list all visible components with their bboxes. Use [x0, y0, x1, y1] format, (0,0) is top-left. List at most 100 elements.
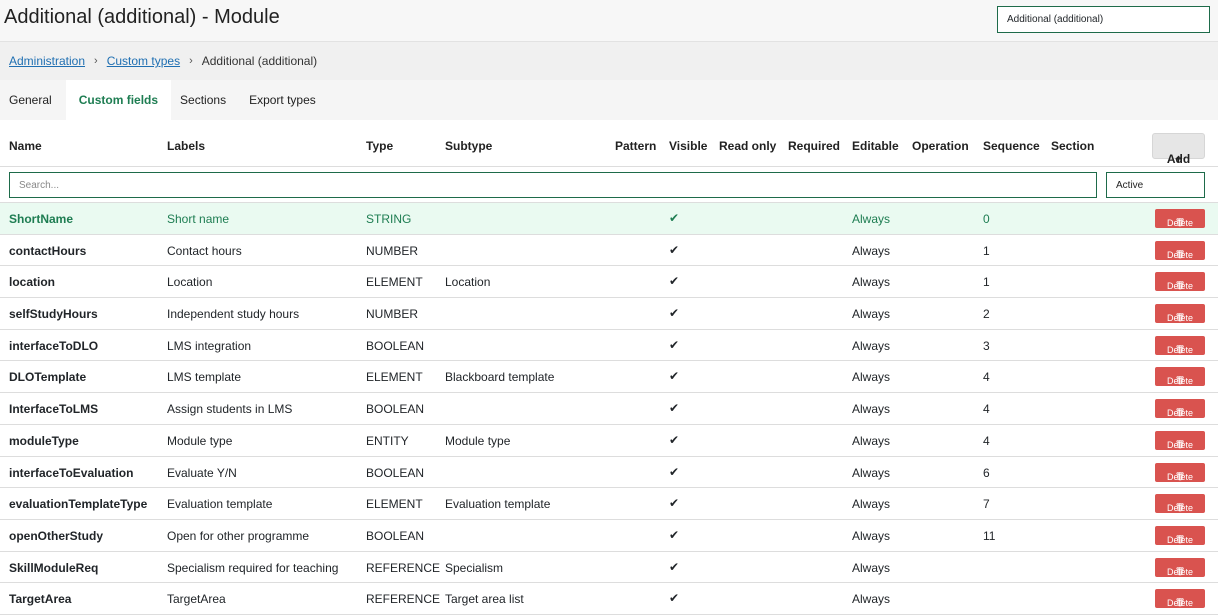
delete-button[interactable]: 🗑 Delete: [1155, 494, 1205, 514]
field-label: Open for other programme: [167, 528, 310, 543]
field-name[interactable]: selfStudyHours: [9, 307, 98, 321]
breadcrumb-custom-types[interactable]: Custom types: [107, 54, 180, 68]
table-row[interactable]: DLOTemplate LMS template ELEMENT Blackboard…: [0, 361, 1218, 394]
delete-button[interactable]: 🗑 Delete: [1155, 525, 1205, 545]
column-labels[interactable]: Labels: [167, 139, 205, 153]
column-read-only[interactable]: Read only: [719, 139, 776, 153]
column-sequence[interactable]: Sequence: [983, 139, 1040, 153]
checkmark-icon: ✔: [669, 369, 680, 384]
checkmark-icon: ✔: [669, 401, 680, 416]
field-name[interactable]: ShortName: [9, 212, 73, 226]
delete-button[interactable]: 🗑 Delete: [1155, 304, 1205, 324]
checkmark-icon: ✔: [669, 242, 680, 257]
field-type: ELEMENT: [366, 275, 423, 290]
tab-general[interactable]: General: [0, 80, 66, 120]
field-name[interactable]: evaluationTemplateType: [9, 497, 147, 511]
field-name[interactable]: InterfaceToLMS: [9, 402, 98, 416]
delete-button[interactable]: 🗑 Delete: [1155, 430, 1205, 450]
chevron-right-icon: ›: [94, 55, 98, 67]
table-row[interactable]: openOtherStudy Open for other programme BO…: [0, 520, 1218, 552]
column-required[interactable]: Required: [788, 139, 840, 153]
table-row[interactable]: InterfaceToLMS Assign students in LMS BOOL…: [0, 393, 1218, 425]
field-name[interactable]: location: [9, 275, 55, 289]
delete-button[interactable]: 🗑 Delete: [1155, 335, 1205, 355]
tab-export-types[interactable]: Export types: [240, 80, 330, 120]
field-label: LMS integration: [167, 338, 252, 353]
table-row[interactable]: interfaceToEvaluation Evaluate Y/N BOOLEAN…: [0, 457, 1218, 489]
breadcrumb-administration[interactable]: Administration: [9, 54, 85, 68]
table-row[interactable]: contactHours Contact hours NUMBER ✔ Always 1 🗑…: [0, 235, 1218, 267]
status-filter-select[interactable]: Active: [1106, 172, 1205, 198]
field-name[interactable]: openOtherStudy: [9, 529, 103, 543]
field-editable: Always: [852, 402, 891, 417]
field-name[interactable]: SkillModuleReq: [9, 561, 98, 575]
field-label: Short name: [167, 212, 230, 226]
delete-button[interactable]: 🗑 Delete: [1155, 462, 1205, 482]
delete-button[interactable]: 🗑 Delete: [1155, 589, 1205, 609]
field-editable: Always: [852, 592, 891, 607]
field-name[interactable]: interfaceToDLO: [9, 339, 98, 353]
table-row[interactable]: interfaceToDLO LMS integration BOOLEAN ✔ Alw…: [0, 330, 1218, 362]
checkmark-icon: ✔: [669, 306, 680, 321]
delete-button[interactable]: 🗑 Delete: [1155, 272, 1205, 292]
table-row[interactable]: SkillModuleReq Specialism required for te…: [0, 552, 1218, 584]
field-name[interactable]: contactHours: [9, 244, 86, 258]
search-input[interactable]: [9, 172, 1097, 198]
field-name[interactable]: interfaceToEvaluation: [9, 466, 133, 480]
table-row[interactable]: evaluationTemplateType Evaluation templat…: [0, 488, 1218, 520]
checkmark-icon: ✔: [669, 432, 680, 447]
page-title: Additional (additional) - Module: [4, 6, 280, 28]
field-name[interactable]: DLOTemplate: [9, 370, 86, 384]
add-button[interactable]: + Add: [1152, 133, 1205, 166]
field-subtype: Module type: [445, 433, 511, 448]
delete-button-label: Delete: [1166, 408, 1193, 419]
field-name[interactable]: moduleType: [9, 434, 79, 448]
table-row[interactable]: moduleType Module type ENTITY Module type ✔ A…: [0, 425, 1218, 457]
delete-button[interactable]: 🗑 Delete: [1155, 367, 1205, 387]
field-label: Location: [167, 275, 213, 290]
field-editable: Always: [852, 465, 891, 480]
field-sequence: 2: [983, 307, 990, 322]
delete-button[interactable]: 🗑 Delete: [1155, 209, 1205, 228]
table-row[interactable]: location Location ELEMENT Location ✔ Always 1 🗑…: [0, 266, 1218, 299]
field-sequence: 7: [983, 497, 990, 512]
table-row[interactable]: ShortName Short name STRING ✔ Always 0 🗑 Delete: [0, 203, 1218, 235]
delete-button[interactable]: 🗑 Delete: [1155, 557, 1205, 577]
field-subtype: Location: [445, 275, 491, 290]
column-section[interactable]: Section: [1051, 139, 1094, 153]
delete-button[interactable]: 🗑 Delete: [1155, 240, 1205, 260]
column-name[interactable]: Name: [9, 139, 42, 153]
delete-button-label: Delete: [1166, 471, 1193, 482]
field-subtype: Evaluation template: [445, 497, 551, 512]
delete-button-label: Delete: [1166, 534, 1193, 545]
delete-button[interactable]: 🗑 Delete: [1155, 399, 1205, 419]
field-label: Module type: [167, 433, 233, 448]
field-type: BOOLEAN: [366, 402, 425, 417]
column-editable[interactable]: Editable: [852, 139, 899, 153]
table-row[interactable]: selfStudyHours Independent study hours NUM…: [0, 298, 1218, 330]
table-row[interactable]: TargetArea TargetArea REFERENCE Target area…: [0, 583, 1218, 615]
type-selector[interactable]: Additional (additional): [997, 6, 1210, 33]
field-sequence: 4: [983, 402, 990, 417]
column-type[interactable]: Type: [366, 139, 393, 153]
field-label: Specialism required for teaching: [167, 560, 339, 575]
field-subtype: Target area list: [445, 592, 524, 607]
column-visible[interactable]: Visible: [669, 139, 707, 153]
tab-bar: General Custom fields Sections Export ty…: [0, 80, 1218, 120]
field-name[interactable]: TargetArea: [9, 592, 71, 606]
field-editable: Always: [852, 370, 891, 385]
column-operation[interactable]: Operation: [912, 139, 969, 153]
table-body: ShortName Short name STRING ✔ Always 0 🗑 Delete…: [0, 203, 1218, 615]
field-subtype: Blackboard template: [445, 370, 555, 385]
tab-custom-fields[interactable]: Custom fields: [65, 80, 172, 120]
field-label: Evaluate Y/N: [167, 465, 237, 480]
tab-sections[interactable]: Sections: [171, 80, 240, 120]
column-subtype[interactable]: Subtype: [445, 139, 492, 153]
add-button-label: Add: [1166, 152, 1191, 166]
checkmark-icon: ✔: [669, 527, 680, 542]
field-type: ELEMENT: [366, 497, 423, 512]
field-label: LMS template: [167, 370, 242, 385]
checkmark-icon: ✔: [669, 464, 680, 479]
column-pattern[interactable]: Pattern: [615, 139, 656, 153]
delete-button-label: Delete: [1166, 281, 1193, 292]
